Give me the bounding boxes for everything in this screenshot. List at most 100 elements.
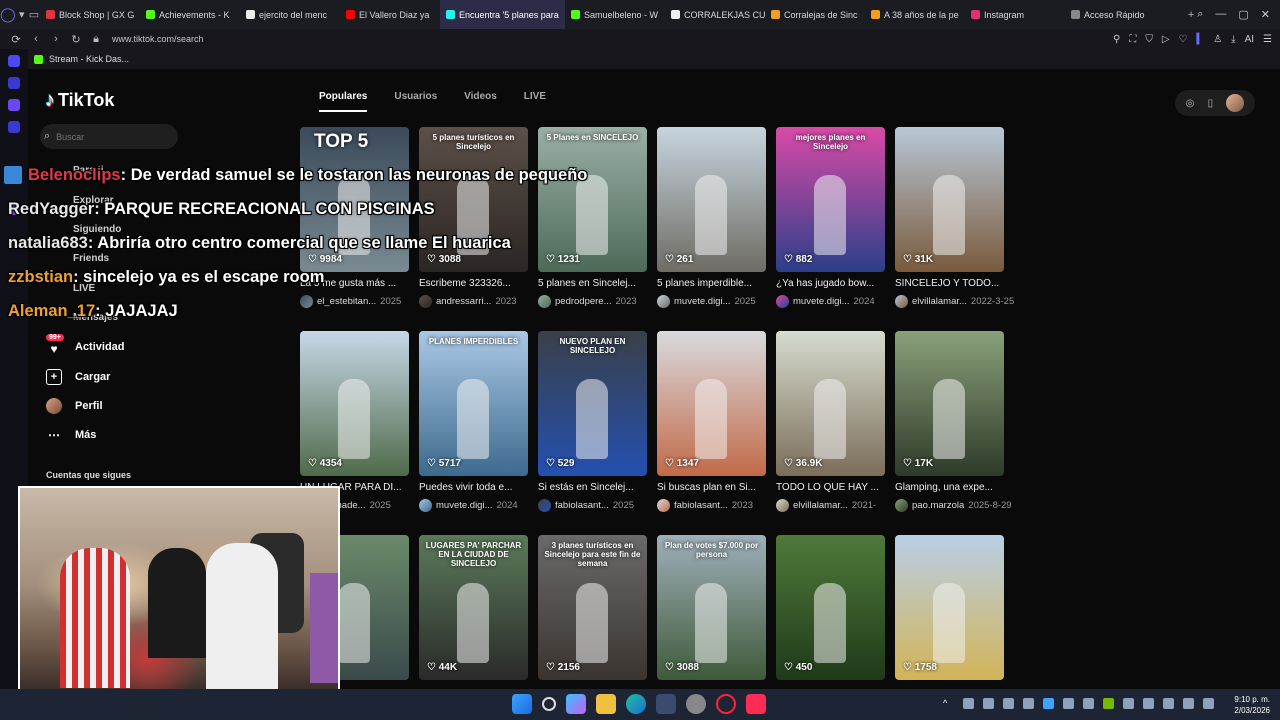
tab-videos[interactable]: Videos [464, 91, 497, 112]
pin-icon[interactable]: ⚲ [1113, 34, 1120, 45]
video-caption[interactable]: Glamping, una expe... [895, 482, 1004, 493]
edge-icon[interactable] [626, 694, 646, 714]
author-avatar[interactable] [776, 295, 789, 308]
video-card[interactable]: PLANES IMPERDIBLES ♡ 5717 Puedes vivir tod… [419, 331, 528, 512]
author-avatar[interactable] [657, 499, 670, 512]
video-caption[interactable]: Si buscas plan en Si... [657, 482, 766, 493]
author-name[interactable]: fabiolasant... [555, 500, 609, 511]
tray-app-icon[interactable] [1083, 698, 1094, 709]
reload-icon[interactable]: ⟳ [6, 33, 26, 46]
video-thumbnail[interactable]: 3 planes turísticos en Sincelejo para es… [538, 535, 647, 680]
taskbar-clock[interactable]: 9:10 p. m. 2/03/2026 [1234, 694, 1270, 716]
play-icon[interactable]: ▷ [1162, 34, 1170, 45]
network-icon[interactable] [1183, 698, 1194, 709]
tiktok-logo[interactable]: ♪ TikTok [45, 89, 114, 112]
tray-app-icon[interactable] [963, 698, 974, 709]
author-avatar[interactable] [895, 295, 908, 308]
tray-app-icon[interactable] [1003, 698, 1014, 709]
browser-tab[interactable]: Encuentra '5 planes para [440, 0, 566, 29]
chatgpt-icon[interactable] [686, 694, 706, 714]
video-card[interactable]: ♡ 1347 Si buscas plan en Si... fabiolasant… [657, 331, 766, 512]
nav-mas[interactable]: ⋯ Más [46, 427, 96, 443]
workspace-icon[interactable]: ▭ [28, 8, 40, 21]
language-icon[interactable] [1163, 698, 1174, 709]
menu-icon[interactable]: ☰ [1263, 34, 1272, 45]
opera-gx-logo-icon[interactable]: ◯ [0, 0, 16, 29]
author-name[interactable]: muvete.digi... [436, 500, 493, 511]
tray-app-icon[interactable] [1123, 698, 1134, 709]
browser-tab[interactable]: Samuelbeleno - W [565, 0, 665, 29]
shield-icon[interactable]: ⛉ [1145, 34, 1153, 45]
video-card[interactable]: ♡ 261 5 planes imperdible... muvete.digi..… [657, 127, 766, 308]
browser-tab[interactable]: ejercito del menc [240, 0, 340, 29]
video-caption[interactable]: SINCELEJO Y TODO... [895, 278, 1004, 289]
tray-steam-icon[interactable] [1023, 698, 1034, 709]
video-thumbnail[interactable]: NUEVO PLAN EN SINCELEJO ♡ 529 [538, 331, 647, 476]
author-avatar[interactable] [538, 499, 551, 512]
video-caption[interactable]: TODO LO QUE HAY ... [776, 482, 885, 493]
author-name[interactable]: elvillalamar... [793, 500, 848, 511]
back-icon[interactable]: ‹ [26, 33, 46, 45]
author-name[interactable]: muvete.digi... [674, 296, 731, 307]
video-card[interactable]: Plan de votes $7.000 por persona ♡ 3088 [657, 535, 766, 680]
tray-app-icon[interactable] [1043, 698, 1054, 709]
volume-icon[interactable] [1203, 698, 1214, 709]
gx-corner-icon[interactable] [8, 77, 20, 89]
heart-icon[interactable]: ♡ [1179, 34, 1188, 45]
video-card[interactable]: ♡ 31K SINCELEJO Y TODO... elvillalamar... 2… [895, 127, 1014, 308]
tray-app-icon[interactable] [983, 698, 994, 709]
video-thumbnail[interactable]: PLANES IMPERDIBLES ♡ 5717 [419, 331, 528, 476]
profile-icon[interactable]: ♙ [1213, 34, 1222, 45]
browser-tab[interactable]: A 38 años de la pe [865, 0, 965, 29]
author-avatar[interactable] [895, 499, 908, 512]
search-input[interactable] [56, 131, 157, 142]
search-box[interactable]: ⌕ [40, 124, 178, 149]
video-thumbnail[interactable]: ♡ 36.9K [776, 331, 885, 476]
minimize-icon[interactable]: — [1215, 8, 1226, 21]
maximize-icon[interactable]: ▢ [1238, 8, 1248, 21]
video-card[interactable]: mejores planes en Sincelejo ♡ 882 ¿Ya has … [776, 127, 885, 308]
close-window-icon[interactable]: ✕ [1261, 8, 1270, 21]
tab-menu-icon[interactable]: ▾ [16, 8, 28, 21]
author-name[interactable]: muvete.digi... [793, 296, 850, 307]
video-caption[interactable]: ¿Ya has jugado bow... [776, 278, 885, 289]
video-card[interactable]: ♡ 36.9K TODO LO QUE HAY ... elvillalamar..… [776, 331, 885, 512]
device-icon[interactable]: ▯ [1208, 98, 1214, 109]
ai-icon[interactable]: AI [1245, 34, 1254, 45]
author-avatar[interactable] [776, 499, 789, 512]
video-thumbnail[interactable]: ♡ 4354 [300, 331, 409, 476]
url-field[interactable]: www.tiktok.com/search [112, 34, 204, 44]
video-thumbnail[interactable]: ♡ 450 [776, 535, 885, 680]
tray-app-icon[interactable] [1063, 698, 1074, 709]
video-card[interactable]: ♡ 17K Glamping, una expe... pao.marzola 202… [895, 331, 1012, 512]
sidebar-toggle-icon[interactable]: ▍ [1196, 34, 1204, 45]
tab-live[interactable]: LIVE [524, 91, 546, 112]
opera-gx-taskbar-icon[interactable] [716, 694, 736, 714]
gx-player-icon[interactable] [8, 121, 20, 133]
video-thumbnail[interactable]: ♡ 31K [895, 127, 1004, 272]
download-icon[interactable]: ⤓ [1231, 34, 1235, 45]
microphone-icon[interactable] [1143, 698, 1154, 709]
tray-nvidia-icon[interactable] [1103, 698, 1114, 709]
author-avatar[interactable] [419, 499, 432, 512]
video-card[interactable]: LUGARES PA' PARCHAR EN LA CIUDAD DE SINC… [419, 535, 528, 680]
tray-chevron-icon[interactable]: ^ [943, 698, 954, 709]
video-thumbnail[interactable]: LUGARES PA' PARCHAR EN LA CIUDAD DE SINC… [419, 535, 528, 680]
browser-tab[interactable]: Achievements - K [140, 0, 240, 29]
new-tab-icon[interactable]: + [1185, 9, 1197, 21]
browser-tab[interactable]: Corralejas de Sinc [765, 0, 865, 29]
browser-tab[interactable]: Instagram [965, 0, 1065, 29]
video-card[interactable]: 3 planes turísticos en Sincelejo para es… [538, 535, 647, 680]
file-explorer-icon[interactable] [596, 694, 616, 714]
video-thumbnail[interactable]: ♡ 17K [895, 331, 1004, 476]
video-card[interactable]: NUEVO PLAN EN SINCELEJO ♡ 529 Si estás en … [538, 331, 647, 512]
tiktok-taskbar-icon[interactable] [746, 694, 766, 714]
author-name[interactable]: pao.marzola [912, 500, 964, 511]
search-icon[interactable] [542, 697, 556, 711]
author-avatar[interactable] [657, 295, 670, 308]
forward-icon[interactable]: › [46, 33, 66, 45]
browser-tab[interactable]: Block Shop | GX G [40, 0, 140, 29]
video-thumbnail[interactable]: mejores planes en Sincelejo ♡ 882 [776, 127, 885, 272]
video-thumbnail[interactable]: ♡ 1347 [657, 331, 766, 476]
nav-perfil[interactable]: Perfil [46, 398, 103, 414]
